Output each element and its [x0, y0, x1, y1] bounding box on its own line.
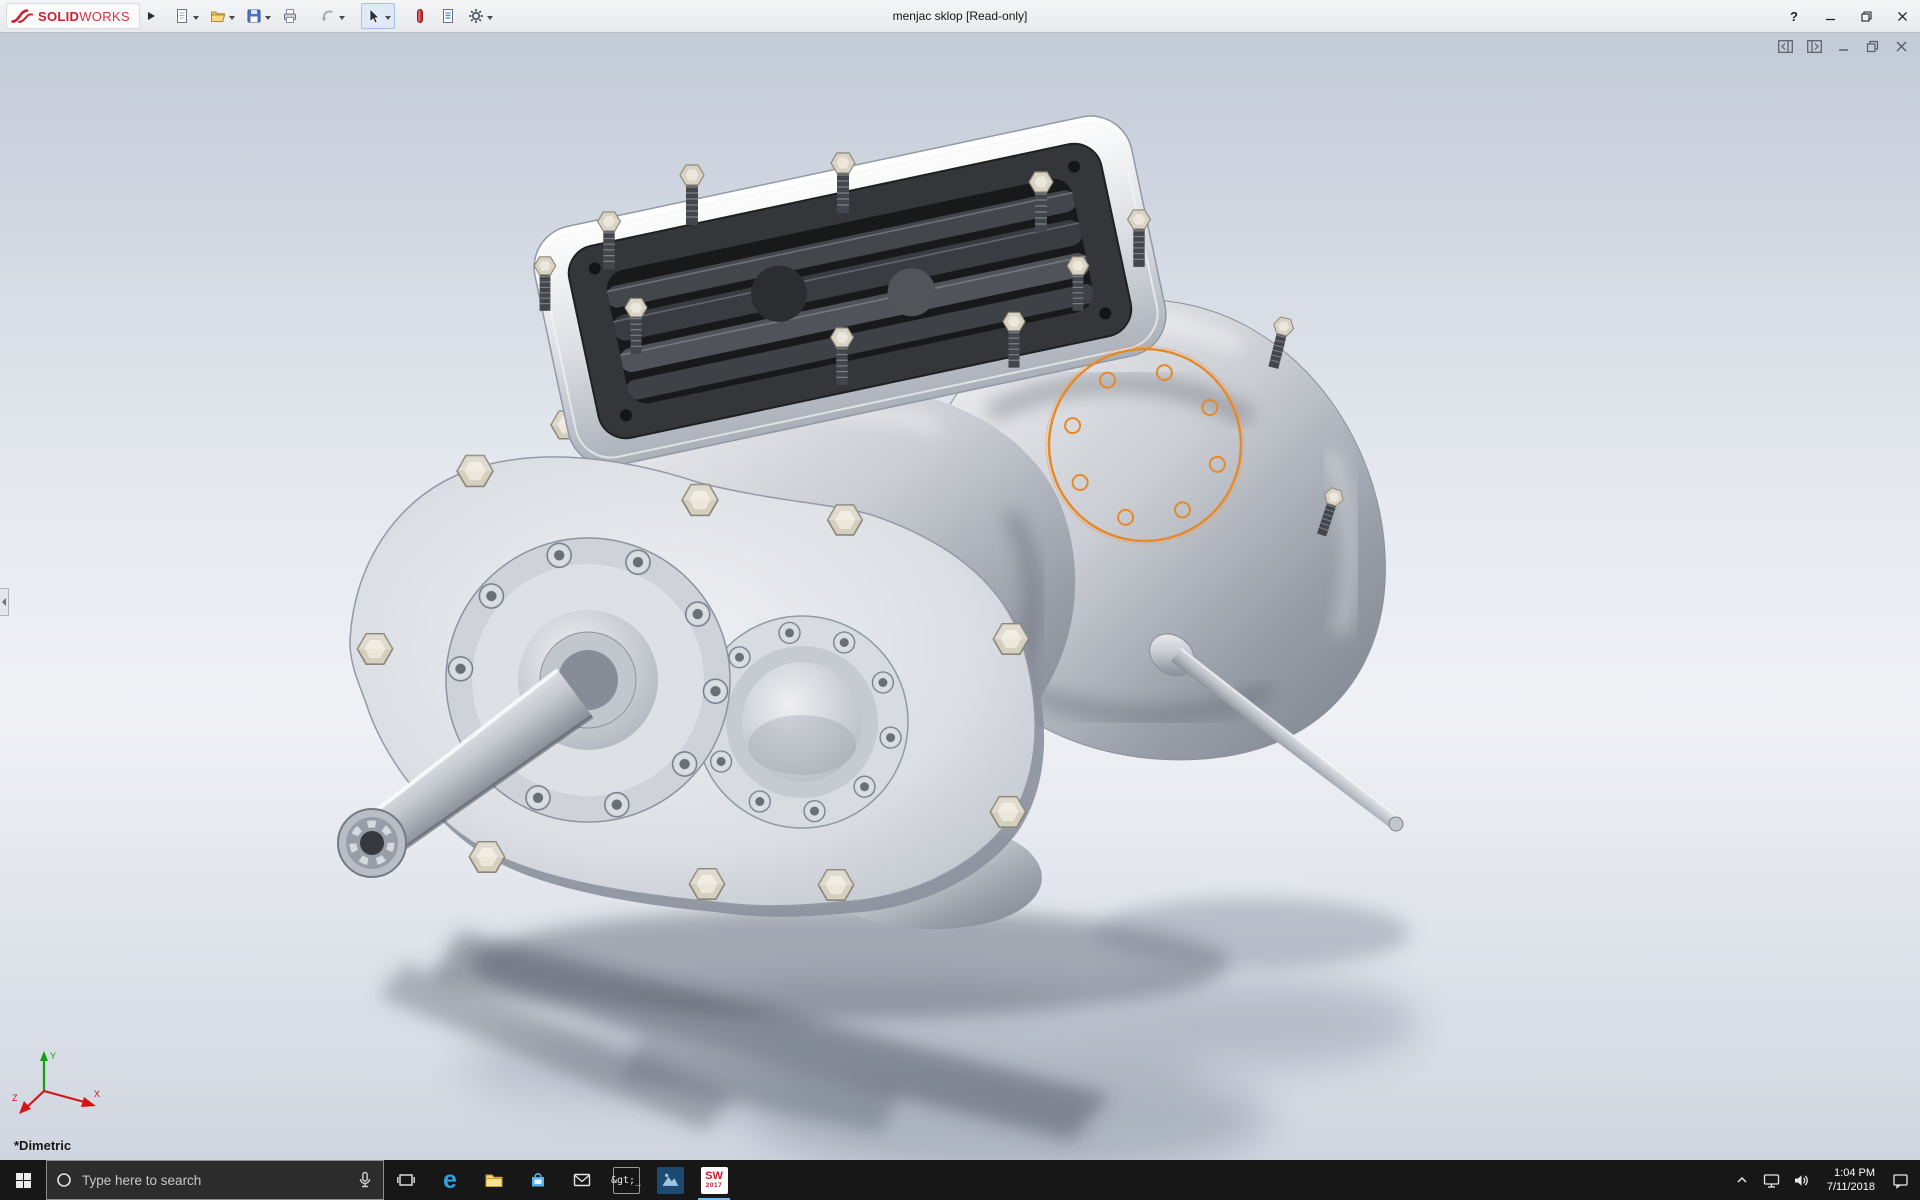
taskbar-app-store[interactable] [516, 1160, 560, 1200]
file-properties-button[interactable] [435, 3, 461, 29]
minimize-icon [1825, 11, 1836, 22]
close-icon [1897, 11, 1908, 22]
file-explorer-icon [484, 1170, 504, 1190]
rebuild-button[interactable] [407, 3, 433, 29]
options-button[interactable] [463, 3, 497, 29]
document-window-controls [1776, 38, 1910, 54]
maximize-restore-button[interactable] [1848, 0, 1884, 33]
minimize-icon [1837, 40, 1850, 53]
photos-icon [657, 1167, 684, 1194]
taskbar-clock[interactable]: 1:04 PM 7/11/2018 [1827, 1166, 1875, 1194]
document-close-button[interactable] [1892, 38, 1910, 54]
scene-svg[interactable] [0, 33, 1920, 1160]
edge-icon: e [443, 1168, 457, 1193]
orientation-triad: Y X Z [10, 1047, 105, 1132]
brand-name: SOLIDWORKS [38, 9, 130, 24]
view-orientation-label: *Dimetric [14, 1138, 71, 1153]
document-restore-button[interactable] [1863, 38, 1881, 54]
start-button[interactable] [0, 1160, 46, 1200]
solidworks-logo: SOLIDWORKS [6, 3, 140, 29]
taskbar-search-box[interactable] [46, 1160, 384, 1200]
graphics-area[interactable]: Y X Z *Dimetric [0, 33, 1920, 1160]
dropdown-caret [265, 16, 271, 23]
taskbar-app-file-explorer[interactable] [472, 1160, 516, 1200]
y-axis-arrow [40, 1051, 48, 1061]
taskbar-app-solidworks[interactable]: SW 2017 [692, 1160, 736, 1200]
volume-status[interactable] [1787, 1160, 1817, 1200]
clock-date: 7/11/2018 [1827, 1180, 1875, 1194]
dropdown-caret [339, 16, 345, 23]
select-cursor-icon [365, 7, 383, 25]
select-button[interactable] [361, 3, 395, 29]
microphone-icon[interactable] [356, 1171, 374, 1189]
volume-icon [1793, 1172, 1810, 1189]
restore-icon [1866, 40, 1879, 53]
flyout-arrow-icon [148, 12, 155, 20]
z-axis-label: Z [12, 1093, 18, 1103]
show-left-pane-button[interactable] [1776, 38, 1794, 54]
store-bag-icon [528, 1170, 548, 1190]
taskbar-app-mail[interactable] [560, 1160, 604, 1200]
new-document-button[interactable] [169, 3, 203, 29]
open-button[interactable] [205, 3, 239, 29]
secondary-bearing-cover[interactable] [696, 616, 908, 828]
hidden-icons-button[interactable] [1727, 1160, 1757, 1200]
system-tray: 1:04 PM 7/11/2018 [1727, 1160, 1920, 1200]
taskbar-app-edge[interactable]: e [428, 1160, 472, 1200]
search-input[interactable] [80, 1172, 348, 1189]
dropdown-caret [487, 16, 493, 23]
dropdown-caret [229, 16, 235, 23]
network-icon [1763, 1172, 1780, 1189]
titlebar: SOLIDWORKS [0, 0, 1920, 33]
network-status[interactable] [1757, 1160, 1787, 1200]
print-button[interactable] [277, 3, 303, 29]
left-pane-collapse-tab[interactable] [0, 588, 9, 616]
help-button[interactable]: ? [1776, 0, 1812, 33]
window-title: menjac sklop [Read-only] [893, 9, 1028, 23]
options-gear-icon [467, 7, 485, 25]
command-prompt-icon: &gt;_ [613, 1167, 640, 1194]
dropdown-caret [385, 16, 391, 23]
windows-taskbar: e &gt;_ SW 2017 [0, 1160, 1920, 1200]
cortana-icon[interactable] [56, 1172, 72, 1188]
ds-swoosh-icon [11, 8, 33, 24]
minimize-button[interactable] [1812, 0, 1848, 33]
mail-envelope-icon [572, 1170, 592, 1190]
clock-time: 1:04 PM [1834, 1166, 1875, 1180]
taskbar-app-command-prompt[interactable]: &gt;_ [604, 1160, 648, 1200]
window-controls: ? [1776, 0, 1920, 33]
close-icon [1895, 40, 1908, 53]
chevron-up-icon [1735, 1173, 1749, 1187]
save-button[interactable] [241, 3, 275, 29]
save-icon [245, 7, 263, 25]
task-view-button[interactable] [384, 1160, 428, 1200]
file-properties-icon [439, 7, 457, 25]
y-axis-label: Y [50, 1051, 56, 1061]
undo-button[interactable] [315, 3, 349, 29]
action-center-icon [1892, 1172, 1909, 1189]
menu-flyout-button[interactable] [143, 3, 161, 29]
x-axis-label: X [94, 1089, 100, 1099]
action-center-button[interactable] [1885, 1160, 1915, 1200]
windows-logo-icon [16, 1173, 31, 1188]
close-button[interactable] [1884, 0, 1920, 33]
restore-icon [1861, 11, 1872, 22]
task-view-icon [397, 1171, 415, 1189]
pane-left-icon [1778, 40, 1793, 53]
show-right-pane-button[interactable] [1805, 38, 1823, 54]
standard-toolbar [169, 3, 497, 29]
document-minimize-button[interactable] [1834, 38, 1852, 54]
dropdown-caret [193, 16, 199, 23]
print-icon [281, 7, 299, 25]
solidworks-2017-icon: SW 2017 [701, 1167, 728, 1194]
undo-icon [319, 7, 337, 25]
z-axis-arrow [19, 1101, 31, 1114]
open-folder-icon [209, 7, 227, 25]
new-document-icon [173, 7, 191, 25]
collapse-arrow-icon [2, 598, 6, 606]
rebuild-icon [411, 7, 429, 25]
taskbar-app-photos[interactable] [648, 1160, 692, 1200]
pane-right-icon [1807, 40, 1822, 53]
